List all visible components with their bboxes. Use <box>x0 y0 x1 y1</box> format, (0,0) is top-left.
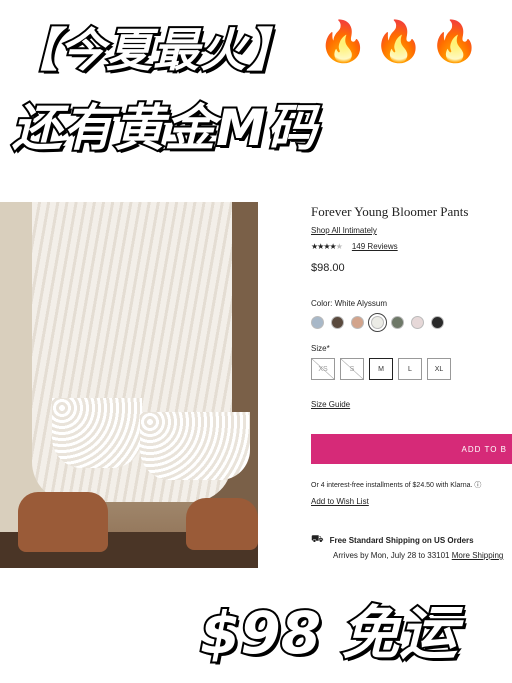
reviews-link[interactable]: 149 Reviews <box>352 242 398 251</box>
photo-lace-hem-left <box>52 398 142 468</box>
price-free-shipping-banner: $98 免运 <box>198 597 459 669</box>
size-option-xs[interactable]: XS <box>311 358 335 380</box>
add-to-bag-button[interactable]: ADD TO B <box>311 434 512 464</box>
size-label: Size* <box>311 344 330 353</box>
filled-stars: ★★★★ <box>311 242 337 251</box>
size-option-m[interactable]: M <box>369 358 393 380</box>
fire-icons: 🔥 🔥 🔥 <box>318 18 479 65</box>
product-price: $98.00 <box>311 262 345 274</box>
shipping-title: Free Standard Shipping on US Orders <box>329 536 474 545</box>
arrives-text: Arrives by Mon, July 28 to 33101 <box>333 551 450 560</box>
banner-title-line1: 【今夏最火】 <box>10 21 295 79</box>
color-swatch[interactable] <box>311 316 324 329</box>
fire-icon: 🔥 <box>373 19 424 65</box>
empty-star: ★ <box>335 242 343 251</box>
more-shipping-link[interactable]: More Shipping <box>452 551 504 560</box>
info-icon[interactable]: ⓘ <box>474 482 481 489</box>
arrives-row: Arrives by Mon, July 28 to 33101 More Sh… <box>333 551 503 560</box>
banner-title-line2: 还有黄金M码 <box>10 97 319 159</box>
size-guide-link[interactable]: Size Guide <box>311 400 350 409</box>
size-option-l[interactable]: L <box>398 358 422 380</box>
shipping-row: ⛟ Free Standard Shipping on US Orders <box>311 534 474 547</box>
size-option-xl[interactable]: XL <box>427 358 451 380</box>
rating-row: ★★★★★ 149 Reviews <box>311 242 398 251</box>
installments-label: Or 4 interest-free installments of $24.5… <box>311 482 473 489</box>
color-swatch[interactable] <box>331 316 344 329</box>
truck-icon: ⛟ <box>311 534 324 545</box>
add-to-wishlist-link[interactable]: Add to Wish List <box>311 497 369 506</box>
fire-icon: 🔥 <box>429 19 480 65</box>
size-option-s[interactable]: S <box>340 358 364 380</box>
product-photo <box>0 202 258 568</box>
fire-icon: 🔥 <box>318 19 368 65</box>
color-swatch[interactable] <box>391 316 404 329</box>
color-swatches <box>311 313 444 332</box>
product-title: Forever Young Bloomer Pants <box>311 204 469 219</box>
shop-all-link[interactable]: Shop All Intimately <box>311 226 377 235</box>
color-swatch[interactable] <box>368 313 387 332</box>
photo-clog-right <box>186 498 258 550</box>
product-details-panel: Forever Young Bloomer Pants Shop All Int… <box>311 202 512 568</box>
color-swatch[interactable] <box>351 316 364 329</box>
color-swatch[interactable] <box>431 316 444 329</box>
installments-text: Or 4 interest-free installments of $24.5… <box>311 480 481 490</box>
color-swatch[interactable] <box>411 316 424 329</box>
photo-clog-left <box>18 492 108 552</box>
star-rating-icon: ★★★★★ <box>311 242 343 251</box>
color-label: Color: White Alyssum <box>311 299 388 308</box>
size-options: XS S M L XL <box>311 358 451 380</box>
photo-lace-hem-right <box>140 412 250 480</box>
